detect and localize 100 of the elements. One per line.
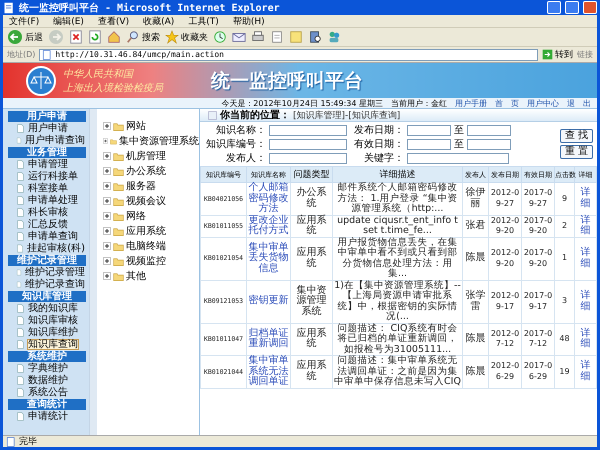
go-button[interactable]: 转到: [542, 48, 573, 61]
table-link[interactable]: 归档单证重新调回: [246, 323, 290, 356]
form-button[interactable]: 查 找: [560, 129, 593, 143]
tree-item[interactable]: 机房管理: [126, 149, 166, 163]
toolbar-button[interactable]: 搜索: [126, 30, 160, 44]
sidebar-item[interactable]: 我的知识库: [27, 303, 79, 314]
date-field[interactable]: [467, 124, 511, 136]
envelope-icon: [232, 30, 246, 44]
sidebar-item[interactable]: 系统公告: [27, 387, 69, 398]
date-field[interactable]: [407, 124, 451, 136]
sidebar-item[interactable]: 汇总反馈: [27, 219, 69, 230]
table-cell: update ciqusr.t_ent_info t set t.time_fe...: [332, 215, 462, 237]
menu-item[interactable]: 工具(T): [188, 14, 219, 28]
table-cell: 2012-09-27: [488, 182, 522, 215]
sidebar-item[interactable]: 科室接单: [27, 183, 69, 194]
date-field[interactable]: [407, 138, 451, 150]
table-cell: 2017-09-20: [522, 237, 554, 280]
column-header: 问题类型: [290, 166, 332, 182]
table-link[interactable]: 个人邮箱密码修改方法: [246, 182, 290, 215]
toolbar-button[interactable]: [308, 30, 322, 44]
table-link[interactable]: 集中审单系统无法调回单证: [246, 356, 290, 388]
sidebar-item[interactable]: 知识库维护: [27, 327, 79, 338]
breadcrumb-path: [知识库管理]-[知识库查询]: [293, 110, 400, 122]
folder-icon: [113, 166, 124, 176]
sidebar-section-header[interactable]: 查询统计: [8, 399, 86, 410]
sidebar-item[interactable]: 申请单处理: [27, 195, 79, 206]
folder-icon: [113, 180, 124, 192]
sidebar-item[interactable]: 维护记录查询: [24, 279, 86, 290]
address-field[interactable]: http://10.31.46.84/umcp/main.action: [39, 48, 538, 60]
sidebar-section-header[interactable]: 维护记录管理: [8, 255, 86, 266]
toolbar-button[interactable]: 后退: [7, 29, 43, 45]
sidebar-section-header[interactable]: 用户申请: [8, 111, 86, 122]
tree-item[interactable]: 网站: [126, 119, 146, 133]
table-link[interactable]: 详细: [574, 356, 596, 388]
links-label[interactable]: 链接: [577, 49, 593, 60]
input-field[interactable]: [269, 138, 347, 150]
sidebar-item[interactable]: 科长审核: [27, 207, 69, 218]
header-link[interactable]: 用户中心: [527, 98, 559, 108]
sidebar-item[interactable]: 运行科接单: [27, 171, 79, 182]
sidebar-item[interactable]: 字典维护: [27, 363, 69, 374]
maximize-button[interactable]: [565, 1, 579, 14]
folder-icon: [113, 150, 124, 162]
plus-box-icon: [103, 152, 111, 160]
sidebar-item[interactable]: 申请统计: [27, 411, 69, 422]
menu-item[interactable]: 收藏(A): [143, 14, 174, 28]
table-link[interactable]: 详细: [574, 215, 596, 237]
header-link[interactable]: 用户手册: [455, 98, 487, 108]
minimize-button[interactable]: [547, 1, 561, 14]
menu-item[interactable]: 文件(F): [9, 14, 40, 28]
tree-item[interactable]: 办公系统: [126, 164, 166, 178]
menu-item[interactable]: 编辑(E): [53, 14, 84, 28]
tree-item[interactable]: 服务器: [126, 179, 156, 193]
table-link[interactable]: 详细: [574, 237, 596, 280]
input-field[interactable]: [407, 152, 509, 164]
field-label: 关键字：: [363, 152, 404, 165]
tree-item[interactable]: 视频监控: [126, 254, 166, 268]
platform-title: 统一监控呼叫平台: [211, 68, 363, 94]
folder-icon: [113, 196, 124, 206]
menu-item[interactable]: 查看(V): [98, 14, 130, 28]
table-link[interactable]: 详细: [574, 280, 596, 323]
sidebar-item[interactable]: 申请单查询: [27, 231, 79, 242]
tree-item[interactable]: 视频会议: [126, 194, 166, 208]
toolbar-button[interactable]: [213, 30, 227, 44]
tree-item[interactable]: 其他: [126, 269, 146, 283]
date-field[interactable]: [467, 138, 511, 150]
menu-item[interactable]: 帮助(H): [232, 14, 265, 28]
input-field[interactable]: [269, 124, 347, 136]
sidebar-item[interactable]: 维护记录管理: [24, 267, 86, 278]
sidebar-section-header[interactable]: 业务管理: [8, 147, 86, 158]
sidebar-item[interactable]: 知识库审核: [27, 315, 79, 326]
toolbar-button[interactable]: [251, 30, 265, 44]
sidebar-item[interactable]: 用户申请查询: [24, 135, 86, 146]
sidebar-item[interactable]: 挂起审核(科): [26, 243, 86, 254]
table-link[interactable]: 详细: [574, 182, 596, 215]
table-link[interactable]: 密钥更新: [246, 280, 290, 323]
close-button[interactable]: [583, 1, 597, 14]
input-field[interactable]: [269, 152, 347, 164]
header-link[interactable]: 退 出: [567, 98, 591, 108]
sidebar-item[interactable]: 数据维护: [27, 375, 69, 386]
page-icon: [6, 436, 16, 446]
sidebar-item[interactable]: 知识库查询: [27, 339, 79, 350]
tree-item[interactable]: 网络: [126, 209, 146, 223]
tree-item[interactable]: 集中资源管理系统: [119, 134, 199, 148]
tree-item[interactable]: 应用系统: [126, 224, 166, 238]
table-cell: 2012-06-29: [488, 356, 522, 388]
form-button[interactable]: 重 置: [560, 145, 593, 159]
field-label: 发布人：: [225, 152, 266, 165]
table-link[interactable]: 详细: [574, 323, 596, 356]
tree-item[interactable]: 电脑终端: [126, 239, 166, 253]
home-icon: [107, 30, 121, 44]
square-icon: [208, 110, 217, 120]
toolbar-button[interactable]: 收藏夹: [165, 30, 208, 44]
table-link[interactable]: 集中审单丢失货物信息: [246, 237, 290, 280]
sidebar-item[interactable]: 用户申请: [27, 123, 69, 134]
scrollbar[interactable]: [89, 109, 97, 435]
sidebar-section-header[interactable]: 系统维护: [8, 351, 86, 362]
table-link[interactable]: 更改企业托付方式: [246, 215, 290, 237]
sidebar-section-header[interactable]: 知识库管理: [8, 291, 86, 302]
sidebar-item[interactable]: 申请管理: [27, 159, 69, 170]
header-link[interactable]: 首 页: [495, 98, 519, 108]
